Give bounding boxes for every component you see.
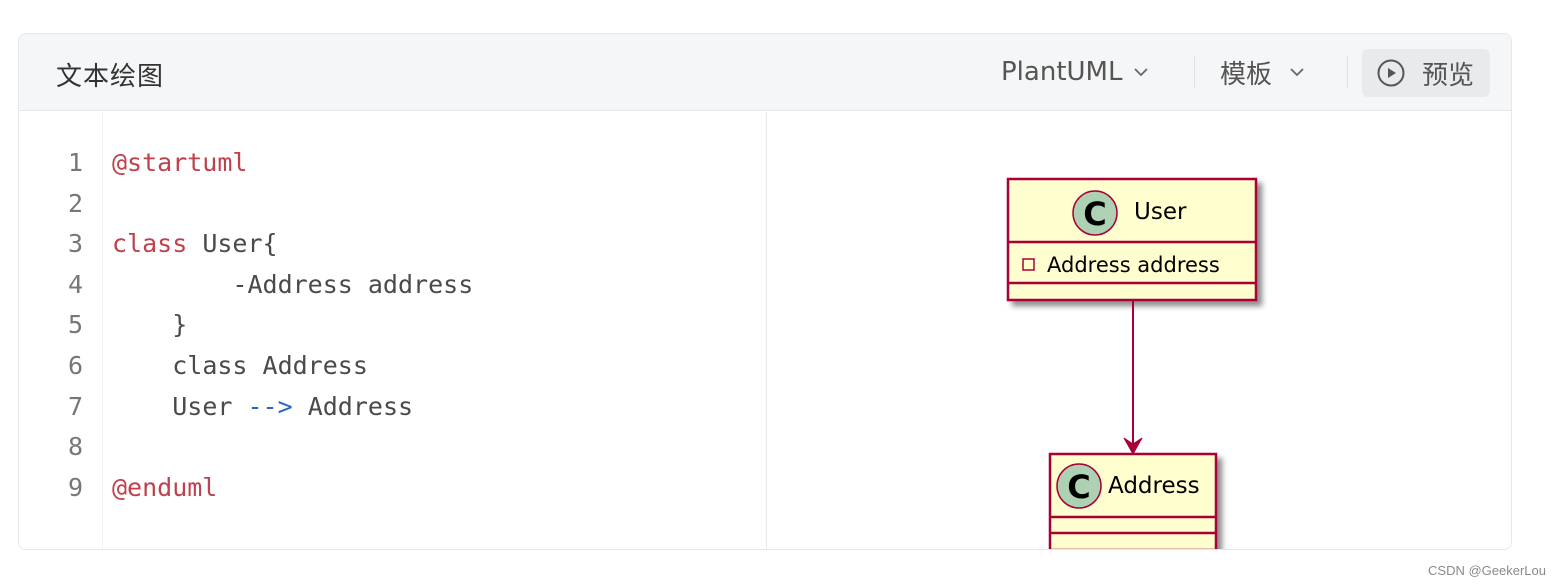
code-line[interactable]: @startuml: [112, 143, 247, 183]
code-text: class Address: [172, 351, 368, 380]
diagram-preview: C User Address address C Address: [768, 112, 1511, 549]
class-user-box: C User Address address: [1006, 177, 1258, 302]
code-line[interactable]: -Address address: [112, 265, 473, 305]
code-text: -Address address: [232, 269, 474, 299]
line-number: 2: [67, 188, 83, 218]
watermark: CSDN @GeekerLou: [1428, 563, 1546, 578]
code-keyword: class: [112, 229, 188, 259]
stereotype-letter: C: [1083, 195, 1106, 233]
line-number: 5: [67, 310, 83, 340]
stereotype-letter: C: [1067, 468, 1090, 506]
language-dropdown[interactable]: PlantUML: [1001, 52, 1149, 92]
code-text: User{: [187, 229, 278, 259]
template-dropdown[interactable]: 模板: [1220, 52, 1304, 92]
class-user-field: Address address: [1047, 253, 1220, 277]
class-address-box: C Address: [1048, 452, 1218, 549]
code-keyword: @enduml: [112, 472, 218, 502]
code-line[interactable]: User --> Address: [112, 387, 413, 427]
line-number: 7: [67, 391, 83, 421]
chevron-down-icon: [1134, 65, 1149, 79]
line-number: 3: [67, 229, 83, 259]
code-line[interactable]: class User{: [112, 224, 278, 264]
line-number: 9: [67, 472, 83, 502]
code-text: User: [172, 391, 248, 421]
preview-button[interactable]: 预览: [1362, 49, 1490, 97]
code-keyword: @startuml: [112, 148, 248, 177]
line-number-gutter: 1 2 3 4 5 6 7 8 9: [19, 112, 103, 549]
template-label: 模板: [1220, 59, 1273, 90]
code-text: Address: [292, 391, 414, 421]
preview-label: 预览: [1422, 60, 1475, 91]
uml-diagram: C User Address address C Address: [1006, 177, 1258, 549]
code-text: }: [172, 310, 188, 340]
line-number: 4: [67, 269, 83, 299]
code-line[interactable]: class Address: [112, 346, 368, 386]
line-number: 8: [67, 432, 83, 462]
chevron-down-icon: [1290, 65, 1304, 79]
code-operator: -->: [247, 391, 293, 421]
line-number: 1: [67, 148, 83, 177]
toolbar-divider: [1347, 56, 1348, 88]
class-address-name: Address: [1108, 473, 1200, 499]
association-arrow: [1123, 301, 1143, 456]
line-number: 6: [67, 351, 83, 380]
code-editor[interactable]: 1 2 3 4 5 6 7 8 9 @startuml class User{ -Address …: [19, 112, 767, 549]
play-circle-icon: [1376, 58, 1406, 88]
toolbar: 文本绘图 PlantUML 模板 预览: [19, 34, 1511, 111]
toolbar-divider: [1194, 56, 1195, 88]
text-drawing-card: 文本绘图 PlantUML 模板 预览 1 2 3 4 5 6 7 8 9 @startuml …: [18, 33, 1512, 550]
class-user-name: User: [1134, 199, 1187, 225]
code-line[interactable]: }: [112, 305, 187, 345]
toolbar-title: 文本绘图: [56, 62, 165, 92]
code-line[interactable]: @enduml: [112, 468, 217, 508]
language-label: PlantUML: [1001, 57, 1123, 87]
